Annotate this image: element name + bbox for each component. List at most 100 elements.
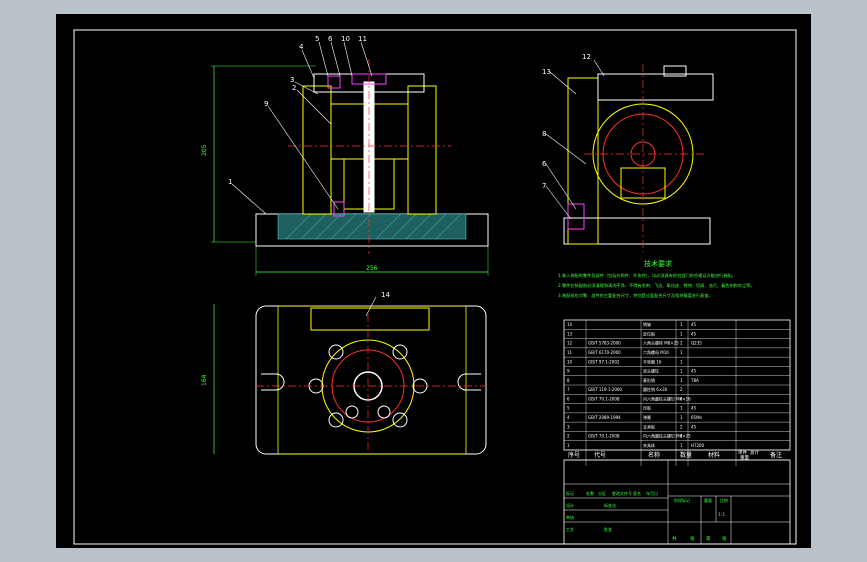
svg-text:张: 张 — [722, 535, 727, 542]
bom-cell: 圆柱销 6×30 — [643, 386, 668, 392]
bom-cell: GB/T 5783-2000 — [588, 341, 621, 346]
bom-cell: 1 — [680, 406, 683, 411]
bom-cell: 2 — [680, 387, 683, 392]
bom-cell: 1 — [680, 443, 683, 448]
top-clamp — [310, 307, 430, 331]
bom-header: 序号 代号 名称 数量 材料 单件 总计 重量 备注 — [568, 449, 782, 461]
bom-cell: 六角头螺栓 M8×25 — [643, 340, 679, 346]
svg-text:张: 张 — [690, 535, 695, 542]
scale-value: 1:1 — [718, 512, 725, 518]
bom-header-remark: 备注 — [770, 451, 782, 459]
bom-cell: 45 — [691, 406, 697, 411]
slot-right — [457, 373, 481, 391]
svg-text:批准: 批准 — [604, 526, 612, 532]
dim-top-label: 164 — [201, 374, 208, 386]
svg-text:10: 10 — [341, 35, 350, 43]
bom-cell: 65Mn — [691, 415, 703, 420]
svg-text:设计: 设计 — [566, 502, 574, 508]
bom-cell: 45 — [691, 322, 697, 327]
svg-text:比例: 比例 — [720, 497, 728, 503]
bom-cell: 8 — [567, 378, 570, 383]
balloon-top: 14 — [381, 291, 390, 299]
svg-text:6: 6 — [542, 160, 547, 168]
bom-cell: 夹具体 — [643, 442, 655, 448]
svg-text:标准化: 标准化 — [604, 502, 616, 508]
side-pin — [567, 203, 585, 230]
bom-cell: 1 — [680, 350, 683, 355]
svg-text:标记: 标记 — [566, 490, 574, 496]
bom-cell: T8A — [690, 378, 699, 383]
bom-header-unit: 单件 — [738, 449, 747, 456]
bom-cell: 内六角圆柱头螺钉 M8×25 — [643, 433, 691, 439]
svg-text:阶段标记: 阶段标记 — [674, 497, 690, 503]
bom-cell: 1 — [680, 322, 683, 327]
bom-cell: 10 — [567, 359, 573, 364]
svg-text:9: 9 — [264, 100, 268, 108]
svg-text:2: 2 — [292, 84, 296, 92]
bom-header-seq: 序号 — [568, 451, 580, 459]
bom-header-code: 代号 — [594, 451, 606, 459]
bom-cell: Q235 — [691, 341, 702, 346]
bom-cell: 1 — [680, 331, 683, 336]
slot-left — [261, 373, 285, 391]
svg-text:年月日: 年月日 — [646, 490, 658, 496]
bom-cell: 1 — [567, 443, 570, 448]
dim-height-label: 205 — [201, 144, 208, 156]
bom-cell: 定位板 — [643, 330, 655, 336]
tech-line-1: 1.装入装配的零件及部件（包括外购件、外协件），均必须具有检验部门的合格证方能进… — [558, 272, 736, 279]
bom-header-material: 材料 — [708, 451, 720, 459]
bom-cell: 7 — [567, 387, 570, 392]
bom-cell: 2 — [680, 341, 683, 346]
svg-text:12: 12 — [582, 53, 591, 61]
svg-text:6: 6 — [328, 35, 333, 43]
bom-cell: 45 — [691, 331, 697, 336]
side-view: 12 13 8 6 7 — [542, 53, 714, 252]
svg-text:处数: 处数 — [586, 490, 594, 496]
bom-cell: 内六角圆柱头螺钉 M6×16 — [643, 395, 691, 401]
bom-cell: 1 — [680, 378, 683, 383]
svg-text:7: 7 — [542, 182, 546, 190]
cad-drawing: 205 256 4 5 6 10 11 3 2 9 1 12 13 8 6 7 … — [73, 29, 797, 545]
svg-text:分区: 分区 — [598, 490, 606, 496]
title-labels: 标记 处数 分区 更改文件号 签名 年月日 设计 标准化 审核 工艺 批准 阶段… — [566, 490, 728, 532]
bom-header-qty: 数量 — [680, 451, 692, 459]
front-view: 205 256 4 5 6 10 11 3 2 9 1 — [201, 35, 489, 276]
svg-text:重量: 重量 — [704, 497, 712, 503]
bom-cell: 45 — [691, 369, 697, 374]
svg-text:签名: 签名 — [633, 490, 641, 496]
bom-cell: GB/T 6170-2000 — [588, 350, 621, 355]
bom-cell: 1 — [680, 369, 683, 374]
bom-cell: 菱形销 — [643, 377, 655, 383]
svg-text:审核: 审核 — [566, 514, 574, 520]
svg-text:第: 第 — [706, 535, 711, 542]
bom-header-total: 总计 — [750, 449, 759, 456]
bom-cell: 销轴 — [643, 321, 651, 327]
bom-cell: GB/T 97.1-2002 — [588, 359, 620, 364]
bom-cell: 11 — [567, 350, 573, 355]
svg-text:13: 13 — [542, 68, 551, 76]
title-block: 标记 处数 分区 更改文件号 签名 年月日 设计 标准化 审核 工艺 批准 阶段… — [563, 459, 791, 545]
drawing-sheet: 205 256 4 5 6 10 11 3 2 9 1 12 13 8 6 7 … — [56, 14, 811, 548]
bom-cell: 六角螺母 M16 — [643, 349, 669, 355]
bom-cell: 支承板 — [643, 423, 655, 429]
tech-line-2: 2.零件在装配前必须清理和清洗干净，不得有毛刺、飞边、氧化皮、锈蚀、切屑、油污、… — [558, 282, 755, 289]
bom-cell: 45 — [691, 424, 697, 429]
tech-requirements: 技术要求 1.装入装配的零件及部件（包括外购件、外协件），均必须具有检验部门的合… — [558, 259, 755, 299]
bom-cell: GB/T 70.1-2008 — [588, 434, 620, 439]
bom-cell: 14 — [567, 322, 573, 327]
bom-cell: 9 — [567, 369, 570, 374]
svg-text:1: 1 — [228, 178, 232, 186]
svg-text:共: 共 — [672, 535, 677, 542]
bom-cell: 平垫圈 16 — [643, 358, 662, 364]
side-base — [563, 217, 711, 245]
top-view: 164 14 — [201, 291, 487, 455]
bom-cell: 弹簧 — [643, 414, 651, 420]
svg-text:8: 8 — [542, 130, 546, 138]
svg-text:4: 4 — [299, 43, 304, 51]
svg-text:更改文件号: 更改文件号 — [612, 490, 632, 496]
bom-cell: 3 — [567, 424, 570, 429]
bom-cell: 1 — [680, 415, 683, 420]
sheet-count: 共 张 第 张 — [672, 535, 727, 542]
bom-header-name: 名称 — [648, 451, 660, 459]
balloon-labels-front: 4 5 6 10 11 3 2 9 1 — [228, 35, 367, 186]
